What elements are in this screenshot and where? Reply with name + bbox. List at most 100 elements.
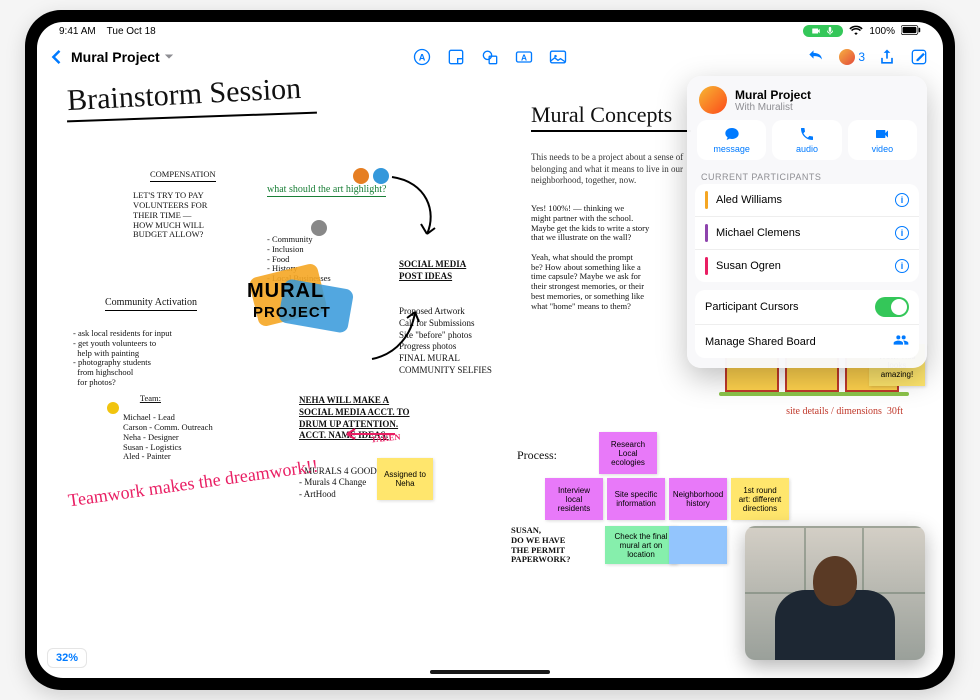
svg-text:A: A xyxy=(521,52,527,62)
susan-note: SUSAN, DO WE HAVE THE PERMIT PAPERWORK? xyxy=(511,526,601,565)
manage-shared-row[interactable]: Manage Shared Board xyxy=(695,325,919,358)
battery-icon xyxy=(901,25,921,38)
cursors-toggle[interactable] xyxy=(875,297,909,317)
chevron-down-icon xyxy=(164,52,174,62)
sticky-research[interactable]: Research Local ecologies xyxy=(599,432,657,474)
concepts-title: Mural Concepts xyxy=(531,102,672,128)
participant-name: Susan Ogren xyxy=(716,260,781,272)
team-head: Team: xyxy=(140,393,161,403)
sticky-blank-blue[interactable] xyxy=(669,526,727,564)
avatar-icon xyxy=(838,48,856,66)
sticky-interview[interactable]: Interview local residents xyxy=(545,478,603,520)
status-bar: 9:41 AM Tue Oct 18 100% xyxy=(37,22,943,40)
participant-cursors-label: Participant Cursors xyxy=(705,301,799,313)
zoom-value: 32% xyxy=(56,652,78,664)
globe-icon xyxy=(311,220,327,236)
status-left: 9:41 AM Tue Oct 18 xyxy=(59,26,156,37)
sticky-sitespecific[interactable]: Site specific information xyxy=(607,478,665,520)
popover-avatar xyxy=(699,86,727,114)
phone-icon xyxy=(799,126,815,142)
video-icon xyxy=(811,26,821,36)
text-style-tool[interactable]: A xyxy=(412,47,432,67)
popover-video-button[interactable]: video xyxy=(848,120,917,160)
zoom-badge[interactable]: 32% xyxy=(47,648,87,668)
sticky-note-tool[interactable] xyxy=(446,47,466,67)
media-tool[interactable] xyxy=(548,47,568,67)
collaboration-popover: Mural Project With Muralist message audi… xyxy=(687,76,927,368)
fist-icon-orange xyxy=(353,168,369,184)
chevron-left-icon xyxy=(51,50,61,64)
popover-title: Mural Project xyxy=(735,88,811,102)
wifi-icon xyxy=(849,25,863,38)
sticky-round-text: 1st round art: different directions xyxy=(737,486,783,513)
sticky-interview-text: Interview local residents xyxy=(551,486,597,513)
participant-cursors-row[interactable]: Participant Cursors xyxy=(695,290,919,325)
popover-audio-button[interactable]: audio xyxy=(772,120,841,160)
arrow-2 xyxy=(367,304,427,364)
site-note: site details / dimensions 30ft xyxy=(786,406,903,418)
mural-logo-line1: MURAL xyxy=(247,282,324,300)
camera-active-pill[interactable] xyxy=(803,25,843,37)
info-icon[interactable]: i xyxy=(895,193,909,207)
participant-name: Aled Williams xyxy=(716,194,782,206)
ipad-frame: 9:41 AM Tue Oct 18 100% xyxy=(25,10,955,690)
info-icon[interactable]: i xyxy=(895,259,909,273)
facetime-pip[interactable] xyxy=(745,526,925,660)
concepts-underline xyxy=(531,130,691,132)
participant-row[interactable]: Michael Clemens i xyxy=(695,217,919,250)
shapes-tool[interactable] xyxy=(480,47,500,67)
social-head: SOCIAL MEDIA POST IDEAS xyxy=(399,259,519,282)
sticky-history[interactable]: Neighborhood history xyxy=(669,478,727,520)
people-icon xyxy=(893,332,909,351)
arrow-1 xyxy=(387,172,447,242)
popover-video-label: video xyxy=(872,144,894,154)
manage-shared-label: Manage Shared Board xyxy=(705,336,816,348)
board-title[interactable]: Mural Project xyxy=(71,49,174,65)
status-time: 9:41 AM xyxy=(59,26,96,37)
status-date: Tue Oct 18 xyxy=(107,26,156,37)
home-indicator[interactable] xyxy=(430,670,550,674)
share-button[interactable] xyxy=(877,47,897,67)
video-icon xyxy=(874,126,890,142)
popover-message-label: message xyxy=(713,144,750,154)
collaborators-button[interactable]: 3 xyxy=(838,48,865,66)
mural-logo: MURAL PROJECT xyxy=(247,274,367,344)
popover-message-button[interactable]: message xyxy=(697,120,766,160)
undo-button[interactable] xyxy=(806,47,826,67)
participant-color xyxy=(705,224,708,242)
participant-row[interactable]: Aled Williams i xyxy=(695,184,919,217)
collab-count: 3 xyxy=(858,50,865,64)
message-icon xyxy=(724,126,740,142)
compose-button[interactable] xyxy=(909,47,929,67)
pip-person xyxy=(775,550,895,660)
participant-name: Michael Clemens xyxy=(716,227,800,239)
mural-logo-line2: PROJECT xyxy=(253,304,331,321)
popover-subtitle: With Muralist xyxy=(735,102,811,113)
screen: 9:41 AM Tue Oct 18 100% xyxy=(37,22,943,678)
participant-row[interactable]: Susan Ogren i xyxy=(695,250,919,282)
compensation-head: COMPENSATION xyxy=(150,170,216,182)
pink-arrow xyxy=(337,426,397,442)
participant-color xyxy=(705,257,708,275)
back-button[interactable] xyxy=(51,50,61,64)
svg-text:A: A xyxy=(419,52,426,62)
popover-audio-label: audio xyxy=(796,144,818,154)
textbox-tool[interactable]: A xyxy=(514,47,534,67)
team-body: Michael - Lead Carson - Comm. Outreach N… xyxy=(123,413,283,462)
mic-icon xyxy=(825,26,835,36)
process-head: Process: xyxy=(517,448,557,462)
sticky-assigned[interactable]: Assigned to Neha xyxy=(377,458,433,500)
participant-color xyxy=(705,191,708,209)
sticky-check-text: Check the final mural art on location xyxy=(611,532,671,559)
sticky-hist-text: Neighborhood history xyxy=(673,490,723,508)
app-toolbar: Mural Project A A 3 xyxy=(37,40,943,74)
participants-list: Aled Williams i Michael Clemens i Susan … xyxy=(695,184,919,282)
sticky-research-text: Research Local ecologies xyxy=(605,440,651,467)
info-icon[interactable]: i xyxy=(895,226,909,240)
heading-brainstorm: Brainstorm Session xyxy=(66,72,302,118)
sticky-checkfinal[interactable]: Check the final mural art on location xyxy=(605,526,677,564)
sticky-firstround[interactable]: 1st round art: different directions xyxy=(731,478,789,520)
community-body: - ask local residents for input - get yo… xyxy=(73,329,243,388)
participants-section-label: CURRENT PARTICIPANTS xyxy=(687,168,927,184)
smiley-icon xyxy=(107,402,119,414)
